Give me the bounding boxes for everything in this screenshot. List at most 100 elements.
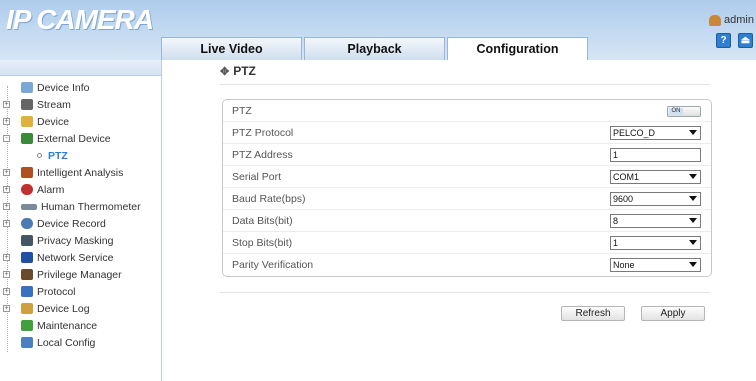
sidebar-item-device-record[interactable]: + Device Record bbox=[0, 215, 161, 232]
field-label: PTZ Protocol bbox=[232, 127, 294, 139]
row-parity-verification: Parity Verification None bbox=[223, 254, 711, 276]
field-label: Serial Port bbox=[232, 171, 282, 183]
sidebar-item-label: Local Config bbox=[37, 336, 96, 349]
select-value: COM1 bbox=[613, 172, 640, 182]
apply-button[interactable]: Apply bbox=[641, 306, 705, 321]
sidebar-item-human-thermometer[interactable]: + Human Thermometer bbox=[0, 198, 161, 215]
expand-icon[interactable]: + bbox=[3, 169, 10, 176]
refresh-button[interactable]: Refresh bbox=[561, 306, 625, 321]
page-title: ✥ PTZ bbox=[220, 64, 256, 78]
sidebar-header bbox=[0, 60, 161, 76]
divider bbox=[220, 292, 710, 293]
sidebar-item-external-device[interactable]: - External Device bbox=[0, 130, 161, 147]
parity-select[interactable]: None bbox=[610, 258, 701, 272]
expand-icon[interactable]: + bbox=[3, 101, 10, 108]
help-icon[interactable]: ? bbox=[716, 33, 731, 48]
protocol-icon bbox=[21, 286, 33, 297]
tab-live-video[interactable]: Live Video bbox=[161, 37, 302, 60]
serial-port-select[interactable]: COM1 bbox=[610, 170, 701, 184]
sidebar-item-label: Device Log bbox=[37, 302, 90, 315]
expand-icon[interactable]: + bbox=[3, 220, 10, 227]
user-info: admin bbox=[709, 14, 754, 26]
field-label: Stop Bits(bit) bbox=[232, 237, 293, 249]
row-ptz-protocol: PTZ Protocol PELCO_D bbox=[223, 122, 711, 144]
sidebar-item-stream[interactable]: + Stream bbox=[0, 96, 161, 113]
expand-icon[interactable]: + bbox=[3, 186, 10, 193]
select-value: 8 bbox=[613, 216, 619, 226]
row-serial-port: Serial Port COM1 bbox=[223, 166, 711, 188]
sidebar-item-label: Protocol bbox=[37, 285, 76, 298]
sidebar-item-label: Human Thermometer bbox=[41, 200, 141, 213]
sidebar-item-device-info[interactable]: Device Info bbox=[0, 79, 161, 96]
stream-icon bbox=[21, 99, 33, 110]
dropdown-arrow-icon bbox=[689, 262, 697, 267]
expand-icon[interactable]: + bbox=[3, 288, 10, 295]
sidebar-item-label: Device Record bbox=[37, 217, 106, 230]
sidebar-item-label: Intelligent Analysis bbox=[37, 166, 124, 179]
field-label: Parity Verification bbox=[232, 259, 314, 271]
sidebar-item-intelligent-analysis[interactable]: + Intelligent Analysis bbox=[0, 164, 161, 181]
ptz-protocol-select[interactable]: PELCO_D bbox=[610, 126, 701, 140]
sidebar-item-alarm[interactable]: + Alarm bbox=[0, 181, 161, 198]
main-tabs: Live Video Playback Configuration bbox=[161, 37, 590, 60]
sidebar-item-ptz[interactable]: PTZ bbox=[0, 147, 161, 164]
thermometer-icon bbox=[21, 203, 37, 210]
sidebar-item-device[interactable]: + Device bbox=[0, 113, 161, 130]
row-ptz-address: PTZ Address 1 bbox=[223, 144, 711, 166]
sidebar-item-maintenance[interactable]: Maintenance bbox=[0, 317, 161, 334]
device-icon bbox=[21, 116, 33, 127]
toggle-on-label: ON bbox=[669, 108, 683, 115]
user-icon bbox=[709, 14, 722, 26]
sidebar-item-label: Privacy Masking bbox=[37, 234, 114, 247]
select-value: PELCO_D bbox=[613, 128, 656, 138]
record-icon bbox=[21, 218, 33, 229]
field-label: PTZ Address bbox=[232, 149, 293, 161]
dropdown-arrow-icon bbox=[689, 174, 697, 179]
row-ptz: PTZ ON bbox=[223, 100, 711, 122]
sidebar-item-device-log[interactable]: + Device Log bbox=[0, 300, 161, 317]
sidebar-item-label: Maintenance bbox=[37, 319, 98, 332]
sidebar-item-label: External Device bbox=[37, 132, 111, 145]
sidebar-item-network-service[interactable]: + Network Service bbox=[0, 249, 161, 266]
field-label: Baud Rate(bps) bbox=[232, 193, 306, 205]
select-value: 9600 bbox=[613, 194, 634, 204]
baud-rate-select[interactable]: 9600 bbox=[610, 192, 701, 206]
header: IP CAMERA Live Video Playback Configurat… bbox=[0, 0, 756, 60]
select-value: None bbox=[613, 260, 635, 270]
tab-playback[interactable]: Playback bbox=[304, 37, 445, 60]
alarm-icon bbox=[21, 184, 33, 195]
sidebar-item-privilege-manager[interactable]: + Privilege Manager bbox=[0, 266, 161, 283]
sidebar-item-label: Device Info bbox=[37, 81, 90, 94]
stop-bits-select[interactable]: 1 bbox=[610, 236, 701, 250]
collapse-icon[interactable]: - bbox=[3, 135, 10, 142]
ptz-address-input[interactable]: 1 bbox=[610, 148, 701, 162]
field-label: Data Bits(bit) bbox=[232, 215, 293, 227]
sidebar-item-protocol[interactable]: + Protocol bbox=[0, 283, 161, 300]
sidebar-item-label: Privilege Manager bbox=[37, 268, 122, 281]
privacy-icon bbox=[21, 235, 33, 246]
tab-configuration[interactable]: Configuration bbox=[447, 37, 588, 60]
ptz-icon: ✥ bbox=[220, 65, 230, 78]
expand-icon[interactable]: + bbox=[3, 118, 10, 125]
expand-icon[interactable]: + bbox=[3, 305, 10, 312]
page-title-text: PTZ bbox=[233, 64, 256, 78]
row-stop-bits: Stop Bits(bit) 1 bbox=[223, 232, 711, 254]
analysis-icon bbox=[21, 167, 33, 178]
row-baud-rate: Baud Rate(bps) 9600 bbox=[223, 188, 711, 210]
select-value: 1 bbox=[613, 238, 619, 248]
log-icon bbox=[21, 303, 33, 314]
field-label: PTZ bbox=[232, 105, 252, 117]
ptz-enable-toggle[interactable]: ON bbox=[667, 106, 701, 117]
content-area: ✥ PTZ PTZ ON PTZ Protocol PELCO_D PTZ Ad… bbox=[163, 60, 756, 381]
ptz-settings-panel: PTZ ON PTZ Protocol PELCO_D PTZ Address … bbox=[222, 99, 712, 277]
sidebar-item-label: Alarm bbox=[37, 183, 65, 196]
sidebar-item-privacy-masking[interactable]: Privacy Masking bbox=[0, 232, 161, 249]
network-icon bbox=[21, 252, 33, 263]
expand-icon[interactable]: + bbox=[3, 203, 10, 210]
expand-icon[interactable]: + bbox=[3, 254, 10, 261]
logout-icon[interactable]: ⏏ bbox=[738, 33, 753, 48]
sidebar-item-label: Device bbox=[37, 115, 70, 128]
expand-icon[interactable]: + bbox=[3, 271, 10, 278]
sidebar-item-local-config[interactable]: Local Config bbox=[0, 334, 161, 351]
data-bits-select[interactable]: 8 bbox=[610, 214, 701, 228]
